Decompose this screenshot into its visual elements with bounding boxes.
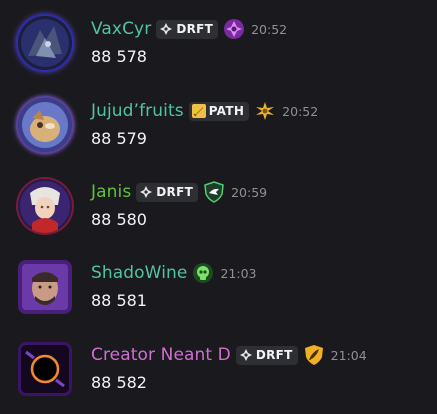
message-header: VaxCyr DRFT 20:52 [91,17,287,41]
message-text: 88 580 [91,210,147,229]
message-header: Jujud’fruits PATH 20:52 [91,99,318,123]
avatar-image [18,342,72,396]
message-item: Jujud’fruits PATH 20:52 88 579 [0,82,437,162]
username[interactable]: Janis [91,182,131,202]
avatar[interactable] [18,179,72,233]
avatar-image [18,98,72,152]
diamond-icon [239,349,252,361]
username[interactable]: VaxCyr [91,19,151,39]
message-text: 88 579 [91,129,147,148]
diamond-icon [140,186,153,198]
guild-tag-label: PATH [208,104,245,118]
message-feed: VaxCyr DRFT 20:52 88 578 Jujud’fruits PA… [0,0,437,414]
guild-tag-label: DRFT [176,22,214,36]
guild-tag[interactable]: DRFT [235,345,298,365]
username[interactable]: ShadoWine [91,263,187,283]
message-header: ShadoWine 21:03 [91,261,257,285]
message-item: Janis DRFT 20:59 88 580 [0,163,437,243]
avatar[interactable] [18,260,72,314]
message-header: Janis DRFT 20:59 [91,180,267,204]
message-item: Creator Neant D DRFT 21:04 88 582 [0,326,437,406]
timestamp: 21:04 [330,347,367,363]
avatar[interactable] [18,342,72,396]
avatar-image [18,260,72,314]
avatar[interactable] [18,16,72,70]
avatar-image [18,179,72,233]
guild-tag[interactable]: PATH [188,101,250,121]
guild-tag-label: DRFT [255,348,293,362]
username[interactable]: Creator Neant D [91,345,231,365]
purple-gem-icon[interactable] [223,18,245,40]
message-text: 88 581 [91,291,147,310]
timestamp: 20:52 [251,21,288,37]
message-header: Creator Neant D DRFT 21:04 [91,343,367,367]
message-text: 88 582 [91,373,147,392]
message-text: 88 578 [91,47,147,66]
timestamp: 21:03 [220,265,257,281]
sword-icon [191,104,206,118]
guild-tag[interactable]: DRFT [136,182,199,202]
avatar-image [18,16,72,70]
timestamp: 20:52 [282,103,319,119]
username[interactable]: Jujud’fruits [91,101,184,121]
avatar[interactable] [18,98,72,152]
message-item: ShadoWine 21:03 88 581 [0,244,437,324]
gold-feather-icon[interactable] [303,344,325,366]
shield-bird-icon[interactable] [203,181,225,203]
message-item: VaxCyr DRFT 20:52 88 578 [0,0,437,80]
timestamp: 20:59 [231,184,268,200]
guild-tag-label: DRFT [156,185,194,199]
skull-icon[interactable] [192,262,214,284]
guild-tag[interactable]: DRFT [156,19,219,39]
golden-wing-icon[interactable] [254,100,276,122]
diamond-icon [160,23,173,35]
